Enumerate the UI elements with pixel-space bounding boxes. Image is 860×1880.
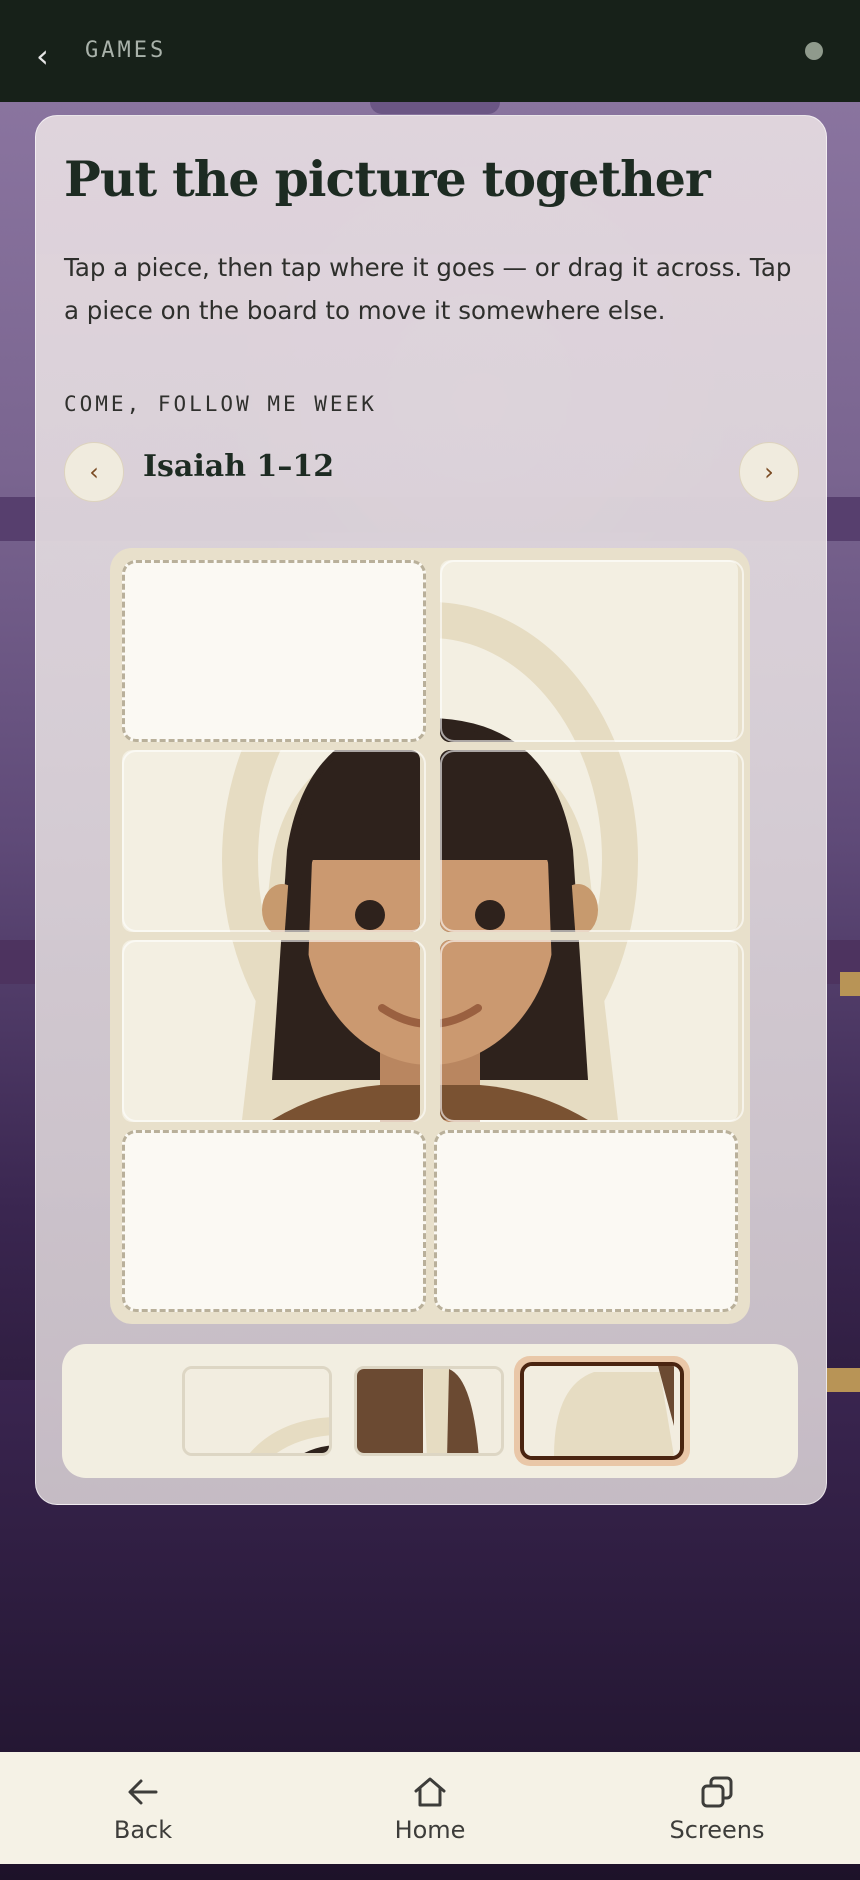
nav-label: Back [113,1816,173,1844]
piece-image [357,1369,501,1453]
nav-label: Screens [669,1816,765,1844]
board-slot-empty[interactable] [434,1130,738,1312]
top-bar-notch [370,102,500,114]
selected-outline [520,1362,684,1460]
nav-label: Home [394,1816,466,1844]
instructions-text: Tap a piece, then tap where it goes — or… [64,253,792,325]
next-week-button[interactable]: › [739,442,799,502]
chevron-left-icon: ‹ [89,458,99,486]
tray-piece-selected[interactable] [514,1356,690,1466]
nav-back[interactable]: Back [43,1752,243,1864]
nav-screens[interactable]: Screens [617,1752,817,1864]
arrow-left-icon [128,1779,158,1805]
back-chevron-icon[interactable]: ‹ [36,36,49,76]
top-bar: ‹ GAMES [0,0,860,102]
board-piece[interactable] [440,750,744,932]
piece-image [185,1369,329,1453]
nav-home[interactable]: Home [330,1752,530,1864]
piece-tray [62,1344,798,1478]
week-name: Isaiah 1–12 [143,449,335,484]
home-icon [414,1777,446,1807]
tray-piece[interactable] [182,1366,332,1456]
board-piece[interactable] [440,560,744,742]
previous-week-button[interactable]: ‹ [64,442,124,502]
piece-image [524,1366,680,1456]
page-title: Put the picture together [64,150,711,208]
board-piece[interactable] [122,750,426,932]
board-piece[interactable] [122,940,426,1122]
screens-icon [701,1776,733,1808]
board-slot-empty[interactable] [122,1130,426,1312]
bottom-nav: Back Home Screens [0,1752,860,1864]
board-slot-empty[interactable] [122,560,426,742]
bg-accent-mark [840,972,860,996]
puzzle-board [110,548,750,1324]
top-bar-title: GAMES [85,38,167,63]
tray-piece[interactable] [354,1366,504,1456]
chevron-right-icon: › [764,458,774,486]
board-piece[interactable] [440,940,744,1122]
bg-accent-mark [826,1368,860,1392]
status-dot [805,42,823,60]
week-label: COME, FOLLOW ME WEEK [64,392,377,416]
